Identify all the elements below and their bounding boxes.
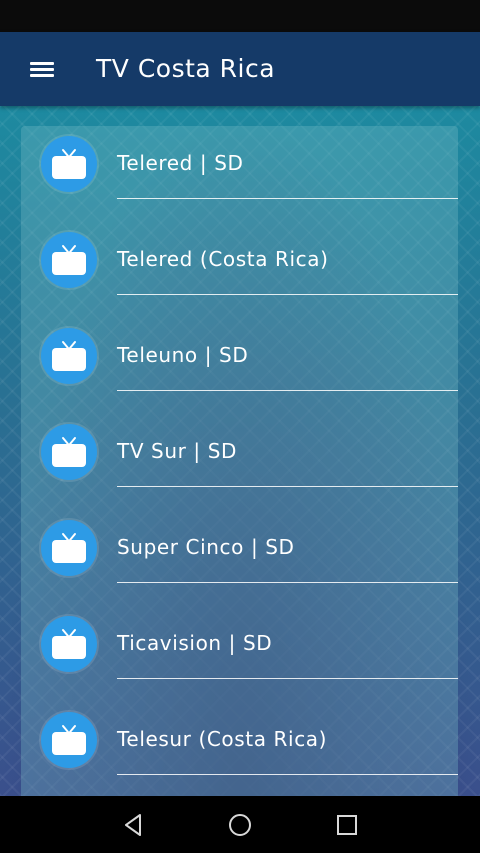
channel-row[interactable]: Telered | SD xyxy=(21,126,458,222)
row-divider xyxy=(117,582,458,583)
channel-row[interactable]: Telered (Costa Rica) xyxy=(21,222,458,318)
tv-icon xyxy=(41,328,97,384)
channel-label: Telesur (Costa Rica) xyxy=(117,727,328,751)
tv-icon xyxy=(41,712,97,768)
channel-label: TV Sur | SD xyxy=(117,439,237,463)
app-bar: TV Costa Rica xyxy=(0,32,480,106)
row-divider xyxy=(117,486,458,487)
row-divider xyxy=(117,390,458,391)
row-divider xyxy=(117,198,458,199)
channel-label: Ticavision | SD xyxy=(117,631,273,655)
row-divider xyxy=(117,774,458,775)
channel-label: Super Cinco | SD xyxy=(117,535,295,559)
hamburger-menu-icon[interactable] xyxy=(22,52,62,86)
system-nav-bar xyxy=(0,796,480,853)
channel-row[interactable]: Super Cinco | SD xyxy=(21,510,458,606)
status-bar xyxy=(0,0,480,32)
recents-square-icon[interactable] xyxy=(332,810,362,840)
channel-row[interactable]: TV Sur | SD xyxy=(21,414,458,510)
content-area: Telered | SD Telered (Costa Rica) Teleuno … xyxy=(0,106,480,796)
tv-icon xyxy=(41,232,97,288)
home-circle-icon[interactable] xyxy=(225,810,255,840)
channel-label: Telered | SD xyxy=(117,151,244,175)
tv-icon xyxy=(41,616,97,672)
channel-label: Teleuno | SD xyxy=(117,343,249,367)
tv-icon xyxy=(41,520,97,576)
app-title: TV Costa Rica xyxy=(96,54,276,83)
tv-icon xyxy=(41,424,97,480)
back-triangle-icon[interactable] xyxy=(118,810,148,840)
channel-row[interactable]: Telesur (Costa Rica) xyxy=(21,702,458,796)
row-divider xyxy=(117,678,458,679)
channel-list: Telered | SD Telered (Costa Rica) Teleuno … xyxy=(21,126,458,796)
tv-icon xyxy=(41,136,97,192)
row-divider xyxy=(117,294,458,295)
channel-label: Telered (Costa Rica) xyxy=(117,247,329,271)
channel-row[interactable]: Teleuno | SD xyxy=(21,318,458,414)
channel-row[interactable]: Ticavision | SD xyxy=(21,606,458,702)
